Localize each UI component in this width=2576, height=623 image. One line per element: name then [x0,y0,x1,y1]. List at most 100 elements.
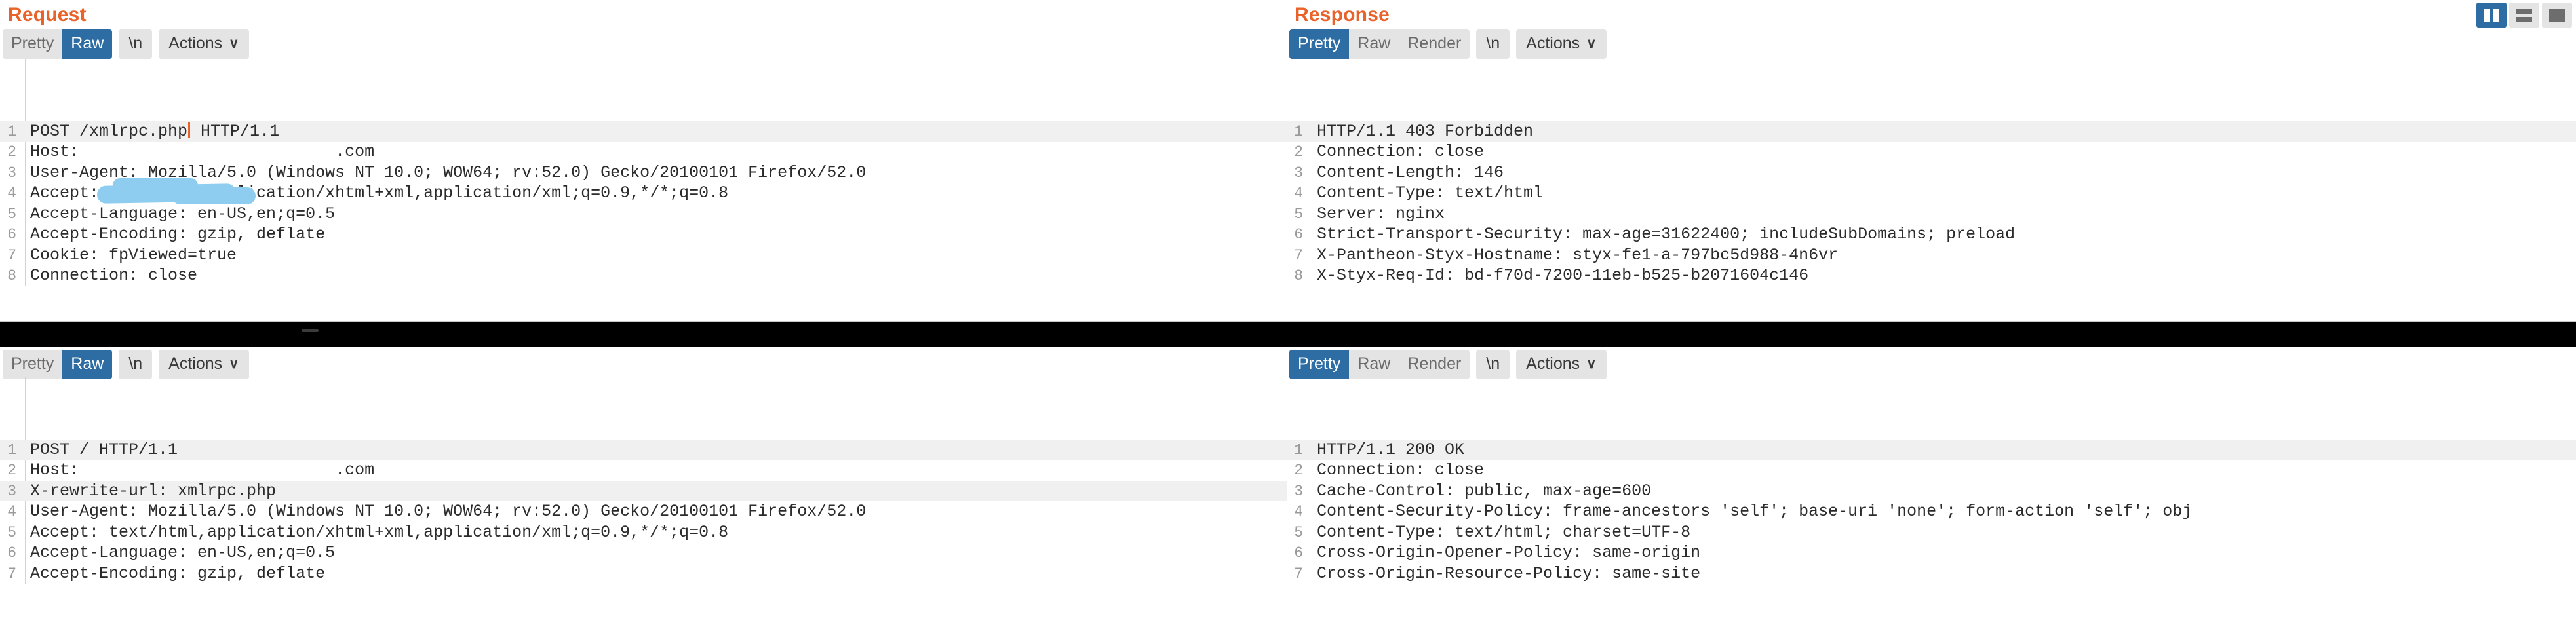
chevron-down-icon: ∨ [1586,356,1597,371]
layout-toggle-group [2476,3,2572,28]
response-pane-top: Response Pretty Raw Render \n Actions ∨ … [1287,0,2576,322]
split-vertical-button[interactable] [2476,3,2507,28]
code-line[interactable]: 7 X-Pantheon-Styx-Hostname: styx-fe1-a-79… [1287,245,2576,266]
line-number: 3 [7,164,16,181]
divider-grip[interactable] [302,329,319,332]
tab-render[interactable]: Render [1399,350,1470,379]
code-line[interactable]: 1 HTTP/1.1 200 OK [1287,439,2576,460]
line-number: 7 [7,565,16,582]
actions-label: Actions [168,354,223,373]
code-line[interactable]: 8 Connection: close [0,265,1287,286]
code-line[interactable]: 7 Cross-Origin-Resource-Policy: same-site [1287,563,2576,584]
actions-menu-button[interactable]: Actions ∨ [1516,29,1607,59]
tab-raw[interactable]: Raw [62,29,113,59]
code-line[interactable]: 6 Accept-Language: en-US,en;q=0.5 [0,542,1287,563]
code-line-text: POST / HTTP/1.1 [30,440,178,459]
chevron-down-icon: ∨ [229,35,239,51]
code-line[interactable]: 4 Content-Security-Policy: frame-ancestor… [1287,501,2576,522]
code-line[interactable]: 8 X-Styx-Req-Id: bd-f70d-7200-11eb-b525-b… [1287,265,2576,286]
line-number: 7 [1294,565,1303,582]
code-line-text: Content-Length: 146 [1317,162,1504,182]
line-number: 2 [1294,462,1303,479]
code-line-text: Accept-Language: en-US,en;q=0.5 [30,204,336,223]
tab-raw[interactable]: Raw [1349,350,1399,379]
line-number: 7 [7,246,16,264]
line-number: 3 [1294,164,1303,181]
code-line-text: Accept-Encoding: gzip, deflate [30,563,326,583]
tab-raw[interactable]: Raw [1349,29,1399,59]
line-number: 8 [1294,267,1303,284]
code-line[interactable]: 6 Strict-Transport-Security: max-age=3162… [1287,224,2576,245]
code-line[interactable]: 4 Content-Type: text/html [1287,183,2576,204]
code-line[interactable]: 2 Host: .com [0,460,1287,481]
response-view-tabs-bottom: Pretty Raw Render [1289,349,1470,379]
code-line-text: X-Pantheon-Styx-Hostname: styx-fe1-a-797… [1317,245,1839,265]
single-pane-button[interactable] [2542,3,2572,28]
line-number: 3 [7,482,16,500]
newline-toggle[interactable]: \n [1476,29,1510,59]
actions-menu-button[interactable]: Actions ∨ [159,29,249,59]
code-line[interactable]: 1 POST / HTTP/1.1 [0,439,1287,460]
code-line[interactable]: 2 Host: .com [0,142,1287,162]
code-line-text: HTTP/1.1 403 Forbidden [1317,121,1534,141]
code-line-text: Content-Type: text/html; charset=UTF-8 [1317,522,1691,542]
code-line-text: Cross-Origin-Opener-Policy: same-origin [1317,543,1701,562]
request-view-tabs-bottom: Pretty Raw [3,349,113,379]
code-line-text: Cookie: fpViewed=true [30,245,237,265]
request-code-bottom[interactable]: 1 POST / HTTP/1.1 2 Host: .com 3 X-rewrite-ur… [0,377,1287,584]
actions-menu-button[interactable]: Actions ∨ [1516,349,1607,379]
code-line[interactable]: 3 Cache-Control: public, max-age=600 [1287,481,2576,502]
tab-render[interactable]: Render [1399,29,1470,59]
newline-toggle[interactable]: \n [119,349,153,379]
code-line-text: User-Agent: Mozilla/5.0 (Windows NT 10.0… [30,162,867,182]
code-line[interactable]: 4 User-Agent: Mozilla/5.0 (Windows NT 10.… [0,501,1287,522]
tab-pretty[interactable]: Pretty [1289,29,1350,59]
code-line[interactable]: 6 Accept-Encoding: gzip, deflate [0,224,1287,245]
code-line[interactable]: 5 Server: nginx [1287,204,2576,225]
code-line-text: User-Agent: Mozilla/5.0 (Windows NT 10.0… [30,502,867,521]
code-line[interactable]: 5 Accept-Language: en-US,en;q=0.5 [0,204,1287,225]
tab-pretty[interactable]: Pretty [3,29,62,59]
code-line-text: Accept: text/html,application/xhtml+xml,… [30,183,729,202]
response-code-top[interactable]: 1 HTTP/1.1 403 Forbidden 2 Connection: clos… [1287,59,2576,286]
code-line[interactable]: 7 Cookie: fpViewed=true [0,245,1287,266]
code-line[interactable]: 1 HTTP/1.1 403 Forbidden [1287,121,2576,142]
single-pane-icon [2549,9,2565,22]
code-line[interactable]: 3 Content-Length: 146 [1287,162,2576,183]
code-line[interactable]: 3 X-rewrite-url: xmlrpc.php [0,480,1287,501]
code-line[interactable]: 7 Accept-Encoding: gzip, deflate [0,563,1287,584]
line-number: 4 [7,185,16,202]
code-line[interactable]: 5 Accept: text/html,application/xhtml+xml… [0,522,1287,543]
code-line-text: Content-Type: text/html [1317,183,1544,202]
response-view-tabs-top: Pretty Raw Render [1289,29,1470,59]
newline-toggle[interactable]: \n [119,29,153,59]
code-line[interactable]: 3 User-Agent: Mozilla/5.0 (Windows NT 10.… [0,162,1287,183]
pane-divider[interactable] [0,322,2576,347]
code-line[interactable]: 2 Connection: close [1287,460,2576,481]
code-line[interactable]: 6 Cross-Origin-Opener-Policy: same-origin [1287,542,2576,563]
line-number: 4 [7,503,16,520]
http-message-viewer: Request Pretty Raw \n Actions ∨ 1 POST /x… [0,0,2576,623]
actions-menu-button[interactable]: Actions ∨ [159,349,249,379]
line-number: 1 [7,123,16,140]
chevron-down-icon: ∨ [1586,35,1597,51]
tab-pretty[interactable]: Pretty [3,350,62,379]
code-line-text: POST /xmlrpc.php HTTP/1.1 [30,121,280,141]
code-line[interactable]: 1 POST /xmlrpc.php HTTP/1.1 [0,121,1287,142]
response-toolbar-top: Pretty Raw Render \n Actions ∨ [1287,29,2576,59]
split-horizontal-button[interactable] [2509,3,2539,28]
response-code-bottom[interactable]: 1 HTTP/1.1 200 OK 2 Connection: close 3 Cache… [1287,377,2576,584]
code-line-text: Connection: close [30,266,198,285]
code-line[interactable]: 5 Content-Type: text/html; charset=UTF-8 [1287,522,2576,543]
code-line-text: Connection: close [1317,461,1485,480]
newline-toggle[interactable]: \n [1476,349,1510,379]
code-line-text: Host: .com [30,142,375,161]
request-code-top[interactable]: 1 POST /xmlrpc.php HTTP/1.1 2 Host: .com 3 Us… [0,59,1287,286]
bottom-row: Pretty Raw \n Actions ∨ 1 POST / HTTP/1.1… [0,347,2576,623]
request-toolbar-bottom: Pretty Raw \n Actions ∨ [0,347,1287,379]
request-pane-title: Request [8,4,87,26]
code-line[interactable]: 2 Connection: close [1287,142,2576,162]
code-line[interactable]: 4 Accept: text/html,application/xhtml+xml… [0,183,1287,204]
tab-pretty[interactable]: Pretty [1289,349,1350,379]
tab-raw[interactable]: Raw [62,349,113,379]
